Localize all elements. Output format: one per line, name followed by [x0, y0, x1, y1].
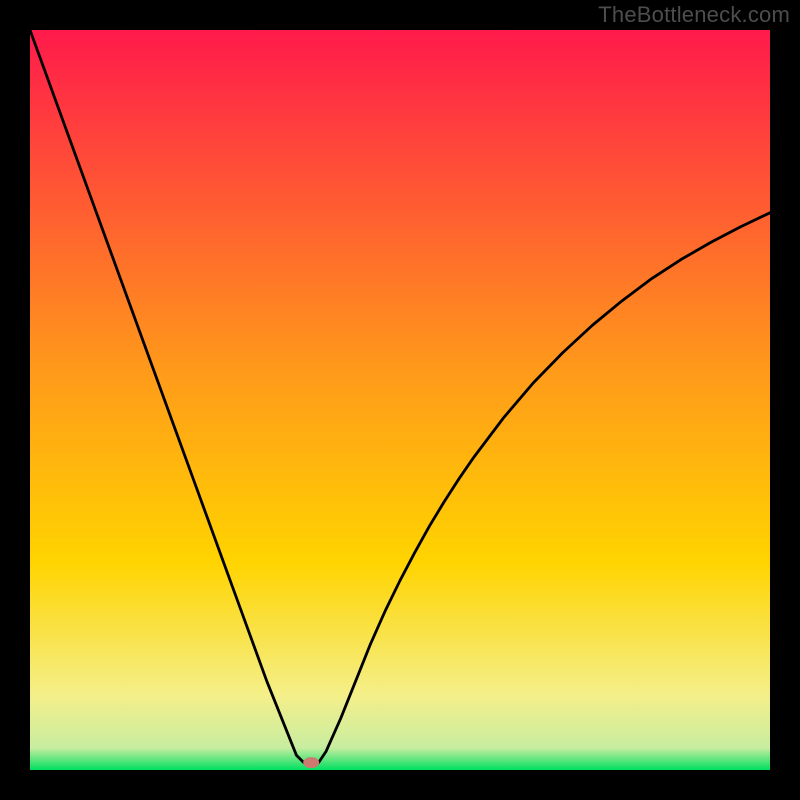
gradient-background: [30, 30, 770, 770]
plot-area: [30, 30, 770, 770]
watermark-text: TheBottleneck.com: [598, 2, 790, 28]
optimum-marker: [303, 757, 319, 768]
chart-svg: [30, 30, 770, 770]
chart-frame: TheBottleneck.com: [0, 0, 800, 800]
